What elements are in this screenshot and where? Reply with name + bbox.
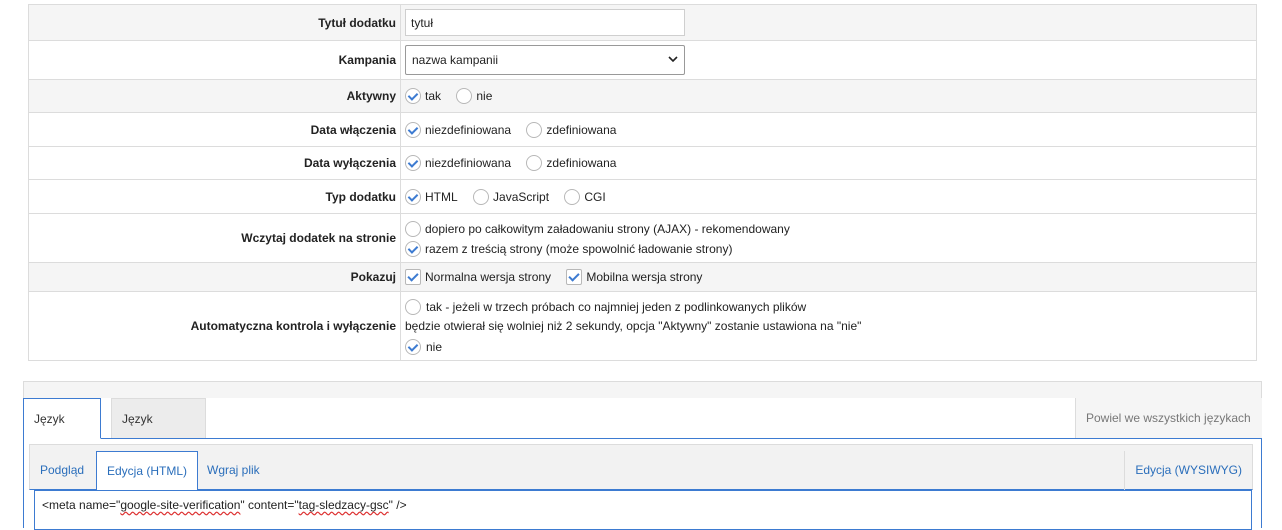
show-mobile-label: Mobilna wersja strony (586, 270, 703, 284)
active-no-radio[interactable] (456, 88, 473, 104)
editor-mode-tabs: Podgląd Edycja (HTML) Wgraj plik Edycja … (29, 444, 1253, 491)
active-no-label: nie (476, 89, 493, 103)
start-defined-label: zdefiniowana (546, 122, 617, 137)
auto-no-label: nie (426, 339, 443, 354)
title-label: Tytuł dodatku (28, 4, 401, 41)
end-defined-radio[interactable] (526, 155, 543, 171)
language-tabs: Język Polski Język English Powiel we wsz… (23, 398, 1262, 466)
type-html-label: HTML (425, 189, 458, 204)
load-inline-radio[interactable] (405, 240, 421, 257)
start-undefined-label: niezdefiniowana (425, 122, 512, 137)
show-normal-checkbox[interactable] (405, 269, 421, 285)
tab-edit-html[interactable]: Edycja (HTML) (96, 451, 199, 491)
end-undefined-label: niezdefiniowana (425, 156, 512, 170)
type-js-label: JavaScript (493, 189, 550, 204)
repeat-all-languages-button[interactable]: Powiel we wszystkich językach (1075, 398, 1262, 438)
show-mobile-checkbox[interactable] (566, 269, 583, 285)
chevron-down-icon (668, 46, 678, 85)
type-html-radio[interactable] (405, 188, 421, 205)
end-undefined-radio[interactable] (405, 155, 421, 171)
auto-no-radio[interactable] (405, 338, 421, 355)
tab-upload-file[interactable]: Wgraj plik (197, 451, 270, 490)
code-text-3: " content=" (240, 498, 299, 512)
load-label: Wczytaj dodatek na stronie (28, 213, 401, 263)
tab-edit-wysiwyg[interactable]: Edycja (WYSIWYG) (1124, 451, 1252, 490)
language-panel: Język Polski Język English Powiel we wsz… (23, 381, 1262, 530)
code-text-4: tag-sledzacy-gsc (298, 498, 389, 512)
campaign-select-value: nazwa kampanii (412, 53, 499, 67)
html-code-editor[interactable]: <meta name="google-site-verification" co… (34, 490, 1252, 530)
language-tab-content: Podgląd Edycja (HTML) Wgraj plik Edycja … (23, 438, 1262, 530)
tab-preview[interactable]: Podgląd (30, 451, 94, 490)
load-ajax-radio[interactable] (405, 220, 421, 237)
tab-language-english[interactable]: Język English (111, 398, 206, 466)
type-label: Typ dodatku (28, 179, 401, 214)
auto-control-label: Automatyczna kontrola i wyłączenie (28, 291, 401, 361)
load-inline-label: razem z treścią strony (może spowolnić ł… (425, 241, 733, 256)
tab-language-polish[interactable]: Język Polski (23, 398, 101, 466)
show-label: Pokazuj (28, 262, 401, 292)
end-defined-label: zdefiniowana (546, 156, 617, 170)
campaign-select[interactable]: nazwa kampanii (405, 45, 685, 75)
language-panel-header (23, 381, 1262, 398)
start-defined-radio[interactable] (526, 121, 543, 138)
code-text-2: google-site-verification (120, 498, 241, 512)
end-date-label: Data wyłączenia (28, 146, 401, 180)
type-js-radio[interactable] (473, 188, 490, 205)
load-ajax-label: dopiero po całkowitym załadowaniu strony… (425, 221, 790, 236)
type-cgi-label: CGI (584, 189, 606, 204)
addon-form: Tytuł dodatku Kampania nazwa kampanii Ak… (28, 4, 1257, 361)
code-text-1: <meta name=" (42, 498, 121, 512)
title-input[interactable] (405, 9, 685, 36)
active-label: Aktywny (28, 79, 401, 113)
type-cgi-radio[interactable] (564, 188, 581, 205)
campaign-label: Kampania (28, 40, 401, 80)
code-text-5: " /> (388, 498, 407, 512)
auto-yes-label-continued: będzie otwierał się wolniej niż 2 sekund… (405, 319, 862, 333)
start-undefined-radio[interactable] (405, 121, 421, 138)
active-yes-radio[interactable] (405, 88, 421, 104)
auto-yes-label: tak - jeżeli w trzech próbach co najmnie… (426, 299, 807, 314)
auto-yes-radio[interactable] (405, 298, 421, 315)
start-date-label: Data włączenia (28, 112, 401, 147)
active-yes-label: tak (425, 89, 442, 103)
show-normal-label: Normalna wersja strony (425, 270, 552, 284)
